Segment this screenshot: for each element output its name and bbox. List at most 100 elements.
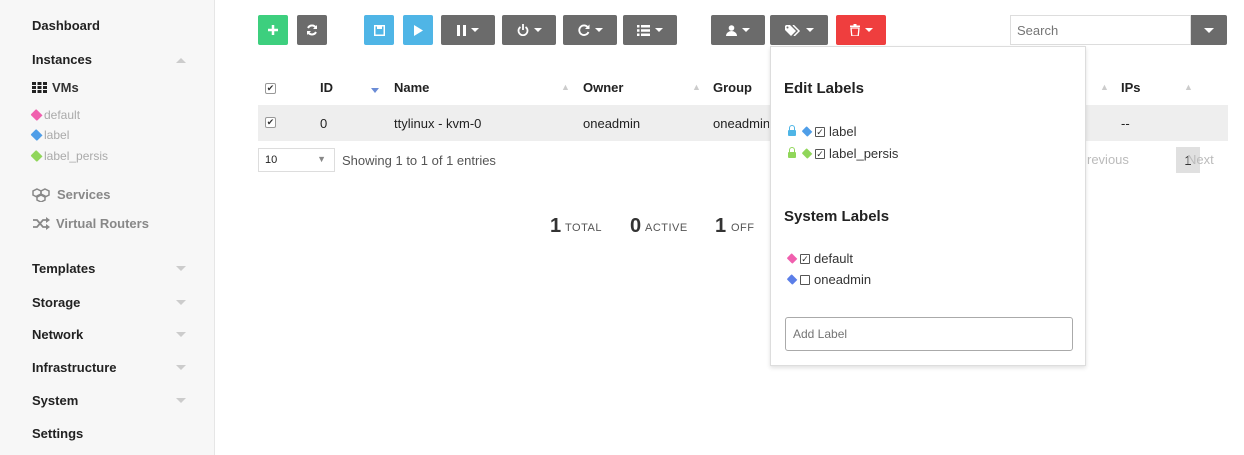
plus-icon	[268, 25, 278, 35]
stat-active-count: 0	[630, 215, 642, 237]
pause-menu-button[interactable]	[441, 15, 495, 45]
tag-icon	[30, 128, 43, 142]
refresh-button[interactable]	[297, 15, 327, 45]
sidebar-label-label[interactable]: label	[30, 128, 70, 142]
sidebar-item-templates[interactable]: Templates	[32, 261, 95, 276]
sidebar-item-services[interactable]: Services	[32, 187, 111, 202]
pagination-next[interactable]: Next	[1187, 152, 1214, 167]
play-icon	[413, 24, 423, 36]
sidebar-label-text: label	[44, 128, 70, 142]
power-icon	[517, 24, 528, 36]
reboot-menu-button[interactable]	[563, 15, 617, 45]
cell-ips: --	[1121, 116, 1130, 131]
services-icon	[32, 187, 50, 202]
sidebar: Dashboard Instances VMs default label la…	[0, 0, 215, 455]
tag-icon	[801, 148, 813, 159]
sidebar-label-text: label_persis	[44, 149, 109, 163]
sidebar-item-storage[interactable]: Storage	[32, 295, 80, 310]
column-header-group[interactable]: Group	[713, 80, 752, 95]
sidebar-label-text: default	[44, 108, 81, 122]
sort-desc-icon	[371, 88, 379, 93]
cell-owner: oneadmin	[583, 116, 641, 131]
column-header-owner[interactable]: Owner	[583, 80, 623, 95]
chevron-down-icon	[176, 266, 186, 271]
unlock-icon[interactable]	[788, 125, 796, 136]
grid-icon	[32, 82, 47, 93]
caret-down-icon	[1204, 27, 1214, 33]
stat-off-count: 1	[715, 215, 727, 237]
label-checkbox[interactable]: ✓	[815, 126, 825, 137]
table-info: Showing 1 to 1 of 1 entries	[342, 153, 496, 168]
sidebar-item-dashboard[interactable]: Dashboard	[32, 18, 100, 33]
chevron-down-icon	[176, 365, 186, 370]
lock-icon[interactable]	[788, 147, 796, 158]
search-input[interactable]	[1010, 15, 1191, 45]
sidebar-label-default[interactable]: default	[30, 108, 81, 122]
stat-off-label: OFF	[731, 222, 755, 234]
sidebar-item-vms[interactable]: VMs	[32, 80, 79, 95]
tag-icon	[786, 274, 798, 285]
tag-icon	[30, 108, 43, 122]
caret-down-icon	[533, 28, 542, 32]
caret-down-icon	[742, 28, 750, 32]
trash-icon	[849, 24, 860, 36]
save-button[interactable]	[364, 15, 394, 45]
caret-down-icon	[594, 28, 603, 32]
add-label-input[interactable]	[785, 317, 1073, 351]
system-label-item[interactable]: oneadmin	[786, 272, 872, 287]
label-text: oneadmin	[814, 272, 872, 287]
pagination-previous[interactable]: revious	[1087, 152, 1129, 167]
row-checkbox[interactable]: ✔	[265, 117, 276, 128]
caret-down-icon	[655, 28, 663, 32]
stat-total-label: TOTAL	[565, 222, 602, 234]
user-menu-button[interactable]	[711, 15, 765, 45]
refresh-icon	[307, 24, 317, 36]
labels-menu-button[interactable]	[770, 15, 828, 45]
stat-total-count: 1	[550, 215, 562, 237]
edit-label-item[interactable]: ✓ label	[788, 124, 856, 139]
sidebar-item-system[interactable]: System	[32, 393, 78, 408]
deploy-button[interactable]	[403, 15, 433, 45]
tag-icon	[786, 253, 798, 264]
list-menu-button[interactable]	[623, 15, 677, 45]
labels-dropdown: Edit Labels ✓ label ✓ label_persis Syste…	[770, 46, 1086, 366]
label-text: label_persis	[829, 146, 899, 161]
label-text: label	[829, 124, 857, 139]
system-label-item[interactable]: ✓ default	[786, 251, 854, 266]
caret-down-icon	[471, 28, 479, 32]
label-text: default	[814, 251, 854, 266]
shuffle-icon	[33, 217, 50, 230]
column-header-ips[interactable]: IPs	[1121, 80, 1141, 95]
power-menu-button[interactable]	[502, 15, 556, 45]
sidebar-item-settings[interactable]: Settings	[32, 426, 83, 441]
stat-active-label: ACTIVE	[645, 222, 688, 234]
sidebar-label-label-persis[interactable]: label_persis	[30, 149, 109, 163]
sidebar-item-virtual-routers[interactable]: Virtual Routers	[32, 216, 149, 231]
pause-icon	[457, 24, 466, 36]
label-checkbox[interactable]: ✓	[815, 148, 825, 159]
create-button[interactable]	[258, 15, 288, 45]
label-checkbox[interactable]: ✓	[800, 253, 810, 264]
column-header-name[interactable]: Name	[394, 80, 429, 95]
select-all-checkbox[interactable]: ✔	[265, 83, 276, 94]
chevron-down-icon	[176, 332, 186, 337]
label-checkbox[interactable]	[800, 274, 810, 285]
tags-icon	[784, 24, 800, 36]
chevron-down-icon	[176, 300, 186, 305]
search-options-button[interactable]	[1191, 15, 1227, 45]
page-length-select[interactable]: 10 ▼	[258, 148, 335, 172]
sidebar-item-network[interactable]: Network	[32, 327, 83, 342]
tag-icon	[801, 126, 813, 137]
edit-label-item[interactable]: ✓ label_persis	[788, 146, 898, 161]
caret-down-icon: ▼	[317, 154, 326, 164]
reboot-icon	[577, 24, 589, 36]
sidebar-item-infrastructure[interactable]: Infrastructure	[32, 360, 117, 375]
sort-icon: ▲	[692, 82, 701, 92]
caret-down-icon	[864, 28, 873, 32]
sidebar-item-vms-label: VMs	[52, 80, 79, 95]
sidebar-item-services-label: Services	[57, 187, 111, 202]
edit-labels-title: Edit Labels	[784, 80, 865, 97]
sidebar-item-instances[interactable]: Instances	[32, 52, 92, 67]
column-header-id[interactable]: ID	[320, 80, 333, 95]
delete-menu-button[interactable]	[836, 15, 886, 45]
